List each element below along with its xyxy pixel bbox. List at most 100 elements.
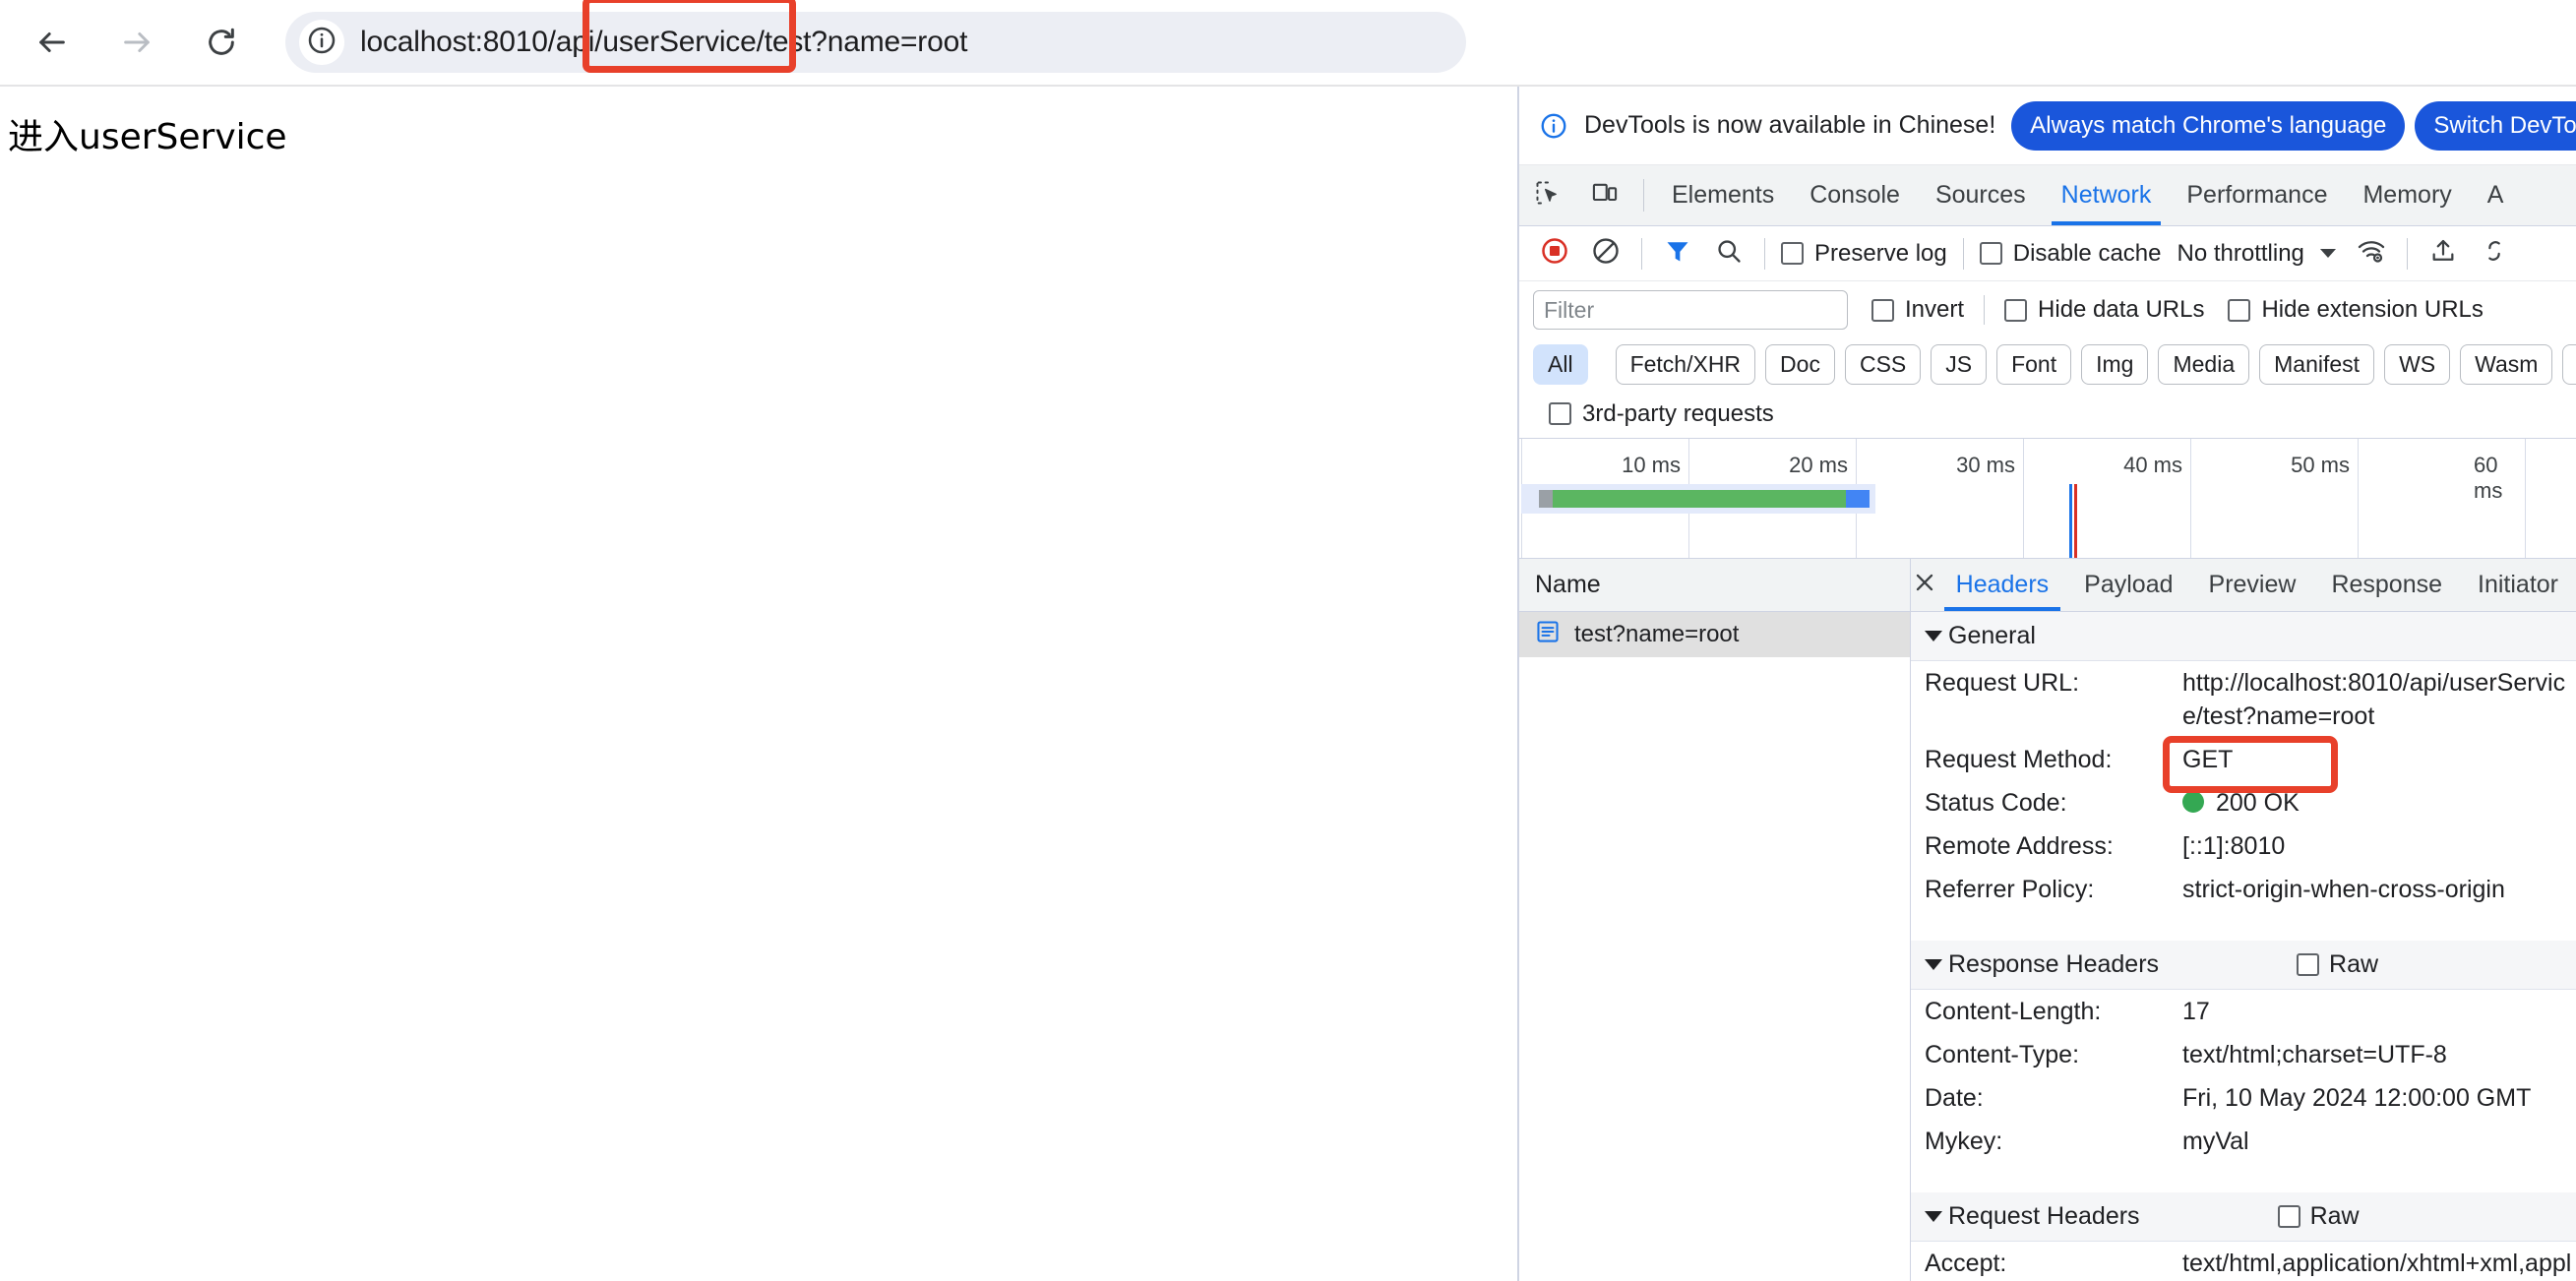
timeline-bar-stalled (1539, 490, 1553, 508)
switch-devtools-language-button[interactable]: Switch DevTools to Chinese (2415, 100, 2576, 151)
third-party-requests-checkbox[interactable]: 3rd-party requests (1543, 400, 1780, 428)
browser-toolbar: localhost:8010/api/userService/test?name… (0, 0, 2576, 87)
filter-funnel-icon (1664, 237, 1691, 271)
row-value: text/html,application/xhtml+xml,applicat… (2182, 1250, 2572, 1277)
device-toolbar-icon (1591, 179, 1619, 213)
tab-divider (1643, 179, 1644, 212)
row-value-status: 200 OK (2182, 786, 2576, 820)
chip-img[interactable]: Img (2081, 343, 2149, 385)
response-raw-checkbox[interactable]: Raw (2297, 950, 2378, 979)
reload-button[interactable] (191, 12, 252, 73)
row-value: GET (2182, 746, 2234, 773)
timeline-gridline (2358, 439, 2359, 558)
banner-message: DevTools is now available in Chinese! (1584, 111, 1996, 139)
request-headers-section-header[interactable]: Request Headers Raw (1911, 1192, 2576, 1242)
network-conditions-button[interactable] (2346, 230, 2397, 277)
request-raw-checkbox[interactable]: Raw (2277, 1202, 2360, 1231)
chip-doc[interactable]: Doc (1765, 343, 1835, 385)
throttling-select[interactable]: No throttling (2167, 240, 2345, 268)
chip-js[interactable]: JS (1931, 343, 1988, 385)
chip-fetch-xhr[interactable]: Fetch/XHR (1615, 343, 1756, 385)
search-button[interactable] (1703, 230, 1754, 277)
device-toolbar-button[interactable] (1576, 165, 1633, 225)
detail-tab-initiator[interactable]: Initiator (2460, 559, 2576, 611)
response-headers-section-header[interactable]: Response Headers Raw (1911, 941, 2576, 990)
page-content: 进入userService (0, 87, 1517, 1281)
request-row-test[interactable]: test?name=root (1519, 612, 1910, 657)
filter-toggle-button[interactable] (1652, 230, 1703, 277)
chip-manifest[interactable]: Manifest (2259, 343, 2375, 385)
detail-tab-preview[interactable]: Preview (2191, 559, 2314, 611)
always-match-language-button[interactable]: Always match Chrome's language (2011, 100, 2406, 151)
chip-ws[interactable]: WS (2384, 343, 2451, 385)
export-har-button[interactable] (2469, 230, 2520, 277)
request-list-header[interactable]: Name (1519, 559, 1910, 612)
row-key: Content-Type: (1925, 1041, 2080, 1068)
devtools-tab-bar: Elements Console Sources Network Perform… (1519, 165, 2576, 226)
filter-input[interactable] (1533, 290, 1848, 330)
tab-performance[interactable]: Performance (2169, 165, 2345, 225)
address-bar[interactable]: localhost:8010/api/userService/test?name… (285, 0, 1466, 73)
site-info-button[interactable] (299, 20, 344, 65)
network-filter-row: Invert Hide data URLs Hide extension URL… (1519, 281, 2576, 338)
general-row-remote-address: Remote Address: [::1]:8010 (1911, 824, 2576, 868)
tab-application[interactable]: A (2470, 165, 2522, 225)
detail-tab-payload[interactable]: Payload (2066, 559, 2190, 611)
invert-checkbox[interactable]: Invert (1866, 296, 1970, 324)
request-detail-pane: Headers Payload Preview Response Initiat… (1911, 559, 2576, 1281)
row-value: myVal (2182, 1128, 2249, 1155)
record-stop-icon (1540, 236, 1569, 272)
raw-label: Raw (2309, 1202, 2360, 1230)
hide-data-urls-checkbox[interactable]: Hide data URLs (1998, 296, 2210, 324)
detail-tab-response[interactable]: Response (2313, 559, 2460, 611)
import-har-icon (2429, 237, 2457, 271)
chip-media[interactable]: Media (2158, 343, 2250, 385)
chip-other[interactable]: Other (2562, 343, 2576, 385)
general-row-referrer-policy: Referrer Policy: strict-origin-when-cros… (1911, 868, 2576, 911)
info-circle-icon (306, 25, 337, 61)
timeline-bar-download (1846, 490, 1870, 508)
timeline-gridline (2023, 439, 2024, 558)
chip-all[interactable]: All (1533, 343, 1588, 385)
chip-css[interactable]: CSS (1844, 343, 1922, 385)
status-code-text: 200 OK (2216, 789, 2300, 817)
record-button[interactable] (1529, 230, 1580, 277)
clear-button[interactable] (1580, 230, 1631, 277)
tab-elements[interactable]: Elements (1654, 165, 1792, 225)
preserve-log-checkbox[interactable]: Preserve log (1775, 240, 1953, 268)
row-key: Mykey: (1925, 1128, 2003, 1155)
third-party-row: 3rd-party requests (1519, 390, 2576, 439)
chip-wasm[interactable]: Wasm (2460, 343, 2553, 385)
dom-content-loaded-marker (2069, 484, 2072, 558)
general-section-header[interactable]: General (1911, 612, 2576, 661)
close-detail-button[interactable] (1911, 559, 1938, 611)
detail-tab-headers[interactable]: Headers (1938, 559, 2067, 611)
network-timeline-overview[interactable]: 10 ms 20 ms 30 ms 40 ms 50 ms 60 ms (1519, 439, 2576, 559)
row-key: Request Method: (1925, 746, 2113, 773)
inspect-element-button[interactable] (1519, 165, 1576, 225)
timeline-tick: 30 ms (1956, 453, 2015, 477)
close-icon (1912, 570, 1937, 601)
hide-extension-urls-checkbox[interactable]: Hide extension URLs (2222, 296, 2488, 324)
disable-cache-label: Disable cache (2012, 239, 2162, 267)
toolbar-divider (1641, 237, 1642, 270)
import-har-button[interactable] (2418, 230, 2469, 277)
tab-sources[interactable]: Sources (1918, 165, 2044, 225)
row-key: Content-Length: (1925, 998, 2102, 1025)
response-header-mykey: Mykey: myVal (1911, 1120, 2576, 1163)
forward-button[interactable] (106, 12, 167, 73)
triangle-down-icon (1925, 1211, 1942, 1222)
response-header-date: Date: Fri, 10 May 2024 12:00:00 GMT (1911, 1076, 2576, 1120)
tab-network[interactable]: Network (2044, 165, 2170, 225)
checkbox-box (2297, 953, 2320, 976)
row-key: Remote Address: (1925, 832, 2114, 860)
row-value: Fri, 10 May 2024 12:00:00 GMT (2182, 1084, 2532, 1112)
chip-font[interactable]: Font (1996, 343, 2072, 385)
tab-memory[interactable]: Memory (2345, 165, 2469, 225)
document-icon (1535, 619, 1561, 651)
toolbar-divider (1962, 237, 1964, 270)
disable-cache-checkbox[interactable]: Disable cache (1974, 240, 2168, 268)
back-button[interactable] (22, 12, 83, 73)
row-key: Referrer Policy: (1925, 876, 2095, 903)
tab-console[interactable]: Console (1792, 165, 1918, 225)
